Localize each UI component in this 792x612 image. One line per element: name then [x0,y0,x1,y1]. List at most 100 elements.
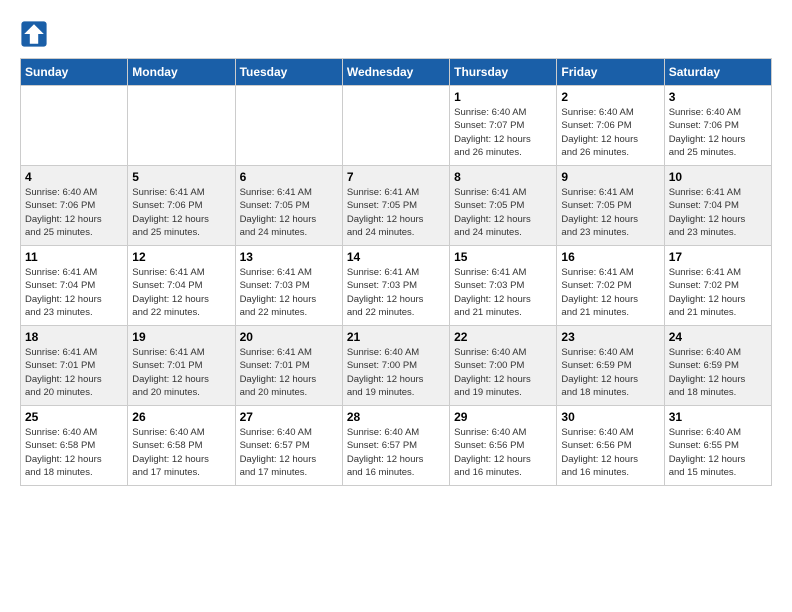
day-number: 20 [240,330,338,344]
day-number: 16 [561,250,659,264]
day-number: 1 [454,90,552,104]
calendar-cell: 20 Sunrise: 6:41 AM Sunset: 7:01 PM Dayli… [235,326,342,406]
calendar-cell: 29Sunrise: 6:40 AM Sunset: 6:56 PM Dayli… [450,406,557,486]
calendar-cell: 14 Sunrise: 6:41 AM Sunset: 7:03 PM Dayli… [342,246,449,326]
calendar-cell: 16 Sunrise: 6:41 AM Sunset: 7:02 PM Dayli… [557,246,664,326]
day-number: 18 [25,330,123,344]
day-info: Sunrise: 6:41 AM Sunset: 7:04 PM Dayligh… [669,186,767,239]
day-header-wednesday: Wednesday [342,59,449,86]
day-number: 7 [347,170,445,184]
calendar-cell: 25 Sunrise: 6:40 AM Sunset: 6:58 PM Dayli… [21,406,128,486]
day-info: Sunrise: 6:40 AM Sunset: 6:58 PM Dayligh… [132,426,230,479]
day-number: 4 [25,170,123,184]
calendar-cell: 17 Sunrise: 6:41 AM Sunset: 7:02 PM Dayli… [664,246,771,326]
calendar-cell: 11 Sunrise: 6:41 AM Sunset: 7:04 PM Dayli… [21,246,128,326]
day-number: 25 [25,410,123,424]
day-number: 3 [669,90,767,104]
day-number: 5 [132,170,230,184]
calendar-cell: 28 Sunrise: 6:40 AM Sunset: 6:57 PM Dayli… [342,406,449,486]
calendar-table: SundayMondayTuesdayWednesdayThursdayFrid… [20,58,772,486]
calendar-cell: 23 Sunrise: 6:40 AM Sunset: 6:59 PM Dayli… [557,326,664,406]
day-number: 26 [132,410,230,424]
day-number: 17 [669,250,767,264]
day-info: Sunrise: 6:41 AM Sunset: 7:01 PM Dayligh… [132,346,230,399]
calendar-cell: 4 Sunrise: 6:40 AM Sunset: 7:06 PM Daylig… [21,166,128,246]
day-info: Sunrise: 6:41 AM Sunset: 7:05 PM Dayligh… [240,186,338,239]
day-number: 6 [240,170,338,184]
calendar-cell: 15Sunrise: 6:41 AM Sunset: 7:03 PM Dayli… [450,246,557,326]
day-number: 14 [347,250,445,264]
calendar-cell: 13 Sunrise: 6:41 AM Sunset: 7:03 PM Dayli… [235,246,342,326]
day-info: Sunrise: 6:41 AM Sunset: 7:05 PM Dayligh… [454,186,552,239]
calendar-cell: 5Sunrise: 6:41 AM Sunset: 7:06 PM Daylig… [128,166,235,246]
day-number: 21 [347,330,445,344]
calendar-cell: 1 Sunrise: 6:40 AM Sunset: 7:07 PM Daylig… [450,86,557,166]
day-number: 9 [561,170,659,184]
day-info: Sunrise: 6:40 AM Sunset: 6:59 PM Dayligh… [669,346,767,399]
day-info: Sunrise: 6:40 AM Sunset: 7:00 PM Dayligh… [454,346,552,399]
day-number: 24 [669,330,767,344]
calendar-cell: 26 Sunrise: 6:40 AM Sunset: 6:58 PM Dayli… [128,406,235,486]
day-info: Sunrise: 6:41 AM Sunset: 7:02 PM Dayligh… [561,266,659,319]
day-info: Sunrise: 6:41 AM Sunset: 7:05 PM Dayligh… [347,186,445,239]
day-info: Sunrise: 6:40 AM Sunset: 6:57 PM Dayligh… [347,426,445,479]
calendar-cell: 27 Sunrise: 6:40 AM Sunset: 6:57 PM Dayli… [235,406,342,486]
calendar-cell: 3 Sunrise: 6:40 AM Sunset: 7:06 PM Daylig… [664,86,771,166]
calendar-week-row: 4 Sunrise: 6:40 AM Sunset: 7:06 PM Daylig… [21,166,772,246]
day-number: 12 [132,250,230,264]
calendar-cell: 24 Sunrise: 6:40 AM Sunset: 6:59 PM Dayli… [664,326,771,406]
calendar-week-row: 11 Sunrise: 6:41 AM Sunset: 7:04 PM Dayli… [21,246,772,326]
day-info: Sunrise: 6:41 AM Sunset: 7:02 PM Dayligh… [669,266,767,319]
day-number: 28 [347,410,445,424]
calendar-cell: 2Sunrise: 6:40 AM Sunset: 7:06 PM Daylig… [557,86,664,166]
calendar-cell [342,86,449,166]
day-number: 11 [25,250,123,264]
day-number: 23 [561,330,659,344]
calendar-header-row: SundayMondayTuesdayWednesdayThursdayFrid… [21,59,772,86]
calendar-week-row: 25 Sunrise: 6:40 AM Sunset: 6:58 PM Dayli… [21,406,772,486]
day-number: 13 [240,250,338,264]
page-header [20,20,772,48]
day-number: 15 [454,250,552,264]
day-number: 8 [454,170,552,184]
calendar-week-row: 18 Sunrise: 6:41 AM Sunset: 7:01 PM Dayli… [21,326,772,406]
calendar-cell: 9 Sunrise: 6:41 AM Sunset: 7:05 PM Daylig… [557,166,664,246]
calendar-cell: 18 Sunrise: 6:41 AM Sunset: 7:01 PM Dayli… [21,326,128,406]
day-number: 30 [561,410,659,424]
day-header-friday: Friday [557,59,664,86]
day-info: Sunrise: 6:40 AM Sunset: 6:55 PM Dayligh… [669,426,767,479]
day-info: Sunrise: 6:40 AM Sunset: 6:57 PM Dayligh… [240,426,338,479]
day-number: 31 [669,410,767,424]
day-header-sunday: Sunday [21,59,128,86]
day-number: 10 [669,170,767,184]
day-number: 27 [240,410,338,424]
calendar-cell: 6 Sunrise: 6:41 AM Sunset: 7:05 PM Daylig… [235,166,342,246]
day-info: Sunrise: 6:41 AM Sunset: 7:01 PM Dayligh… [25,346,123,399]
day-number: 19 [132,330,230,344]
calendar-cell: 21Sunrise: 6:40 AM Sunset: 7:00 PM Dayli… [342,326,449,406]
day-info: Sunrise: 6:40 AM Sunset: 6:56 PM Dayligh… [561,426,659,479]
calendar-cell: 30 Sunrise: 6:40 AM Sunset: 6:56 PM Dayli… [557,406,664,486]
calendar-cell: 10 Sunrise: 6:41 AM Sunset: 7:04 PM Dayli… [664,166,771,246]
day-info: Sunrise: 6:40 AM Sunset: 7:06 PM Dayligh… [25,186,123,239]
day-info: Sunrise: 6:40 AM Sunset: 6:59 PM Dayligh… [561,346,659,399]
calendar-cell: 19 Sunrise: 6:41 AM Sunset: 7:01 PM Dayli… [128,326,235,406]
day-info: Sunrise: 6:41 AM Sunset: 7:04 PM Dayligh… [25,266,123,319]
day-number: 2 [561,90,659,104]
calendar-cell: 22 Sunrise: 6:40 AM Sunset: 7:00 PM Dayli… [450,326,557,406]
day-info: Sunrise: 6:41 AM Sunset: 7:03 PM Dayligh… [240,266,338,319]
calendar-cell [21,86,128,166]
day-info: Sunrise: 6:41 AM Sunset: 7:03 PM Dayligh… [347,266,445,319]
day-info: Sunrise: 6:40 AM Sunset: 6:58 PM Dayligh… [25,426,123,479]
logo [20,20,52,48]
day-header-saturday: Saturday [664,59,771,86]
day-number: 22 [454,330,552,344]
day-info: Sunrise: 6:41 AM Sunset: 7:01 PM Dayligh… [240,346,338,399]
day-info: Sunrise: 6:41 AM Sunset: 7:04 PM Dayligh… [132,266,230,319]
day-info: Sunrise: 6:41 AM Sunset: 7:05 PM Dayligh… [561,186,659,239]
day-info: Sunrise: 6:40 AM Sunset: 7:06 PM Dayligh… [669,106,767,159]
logo-icon [20,20,48,48]
day-info: Sunrise: 6:40 AM Sunset: 7:07 PM Dayligh… [454,106,552,159]
calendar-cell: 8 Sunrise: 6:41 AM Sunset: 7:05 PM Daylig… [450,166,557,246]
day-header-thursday: Thursday [450,59,557,86]
